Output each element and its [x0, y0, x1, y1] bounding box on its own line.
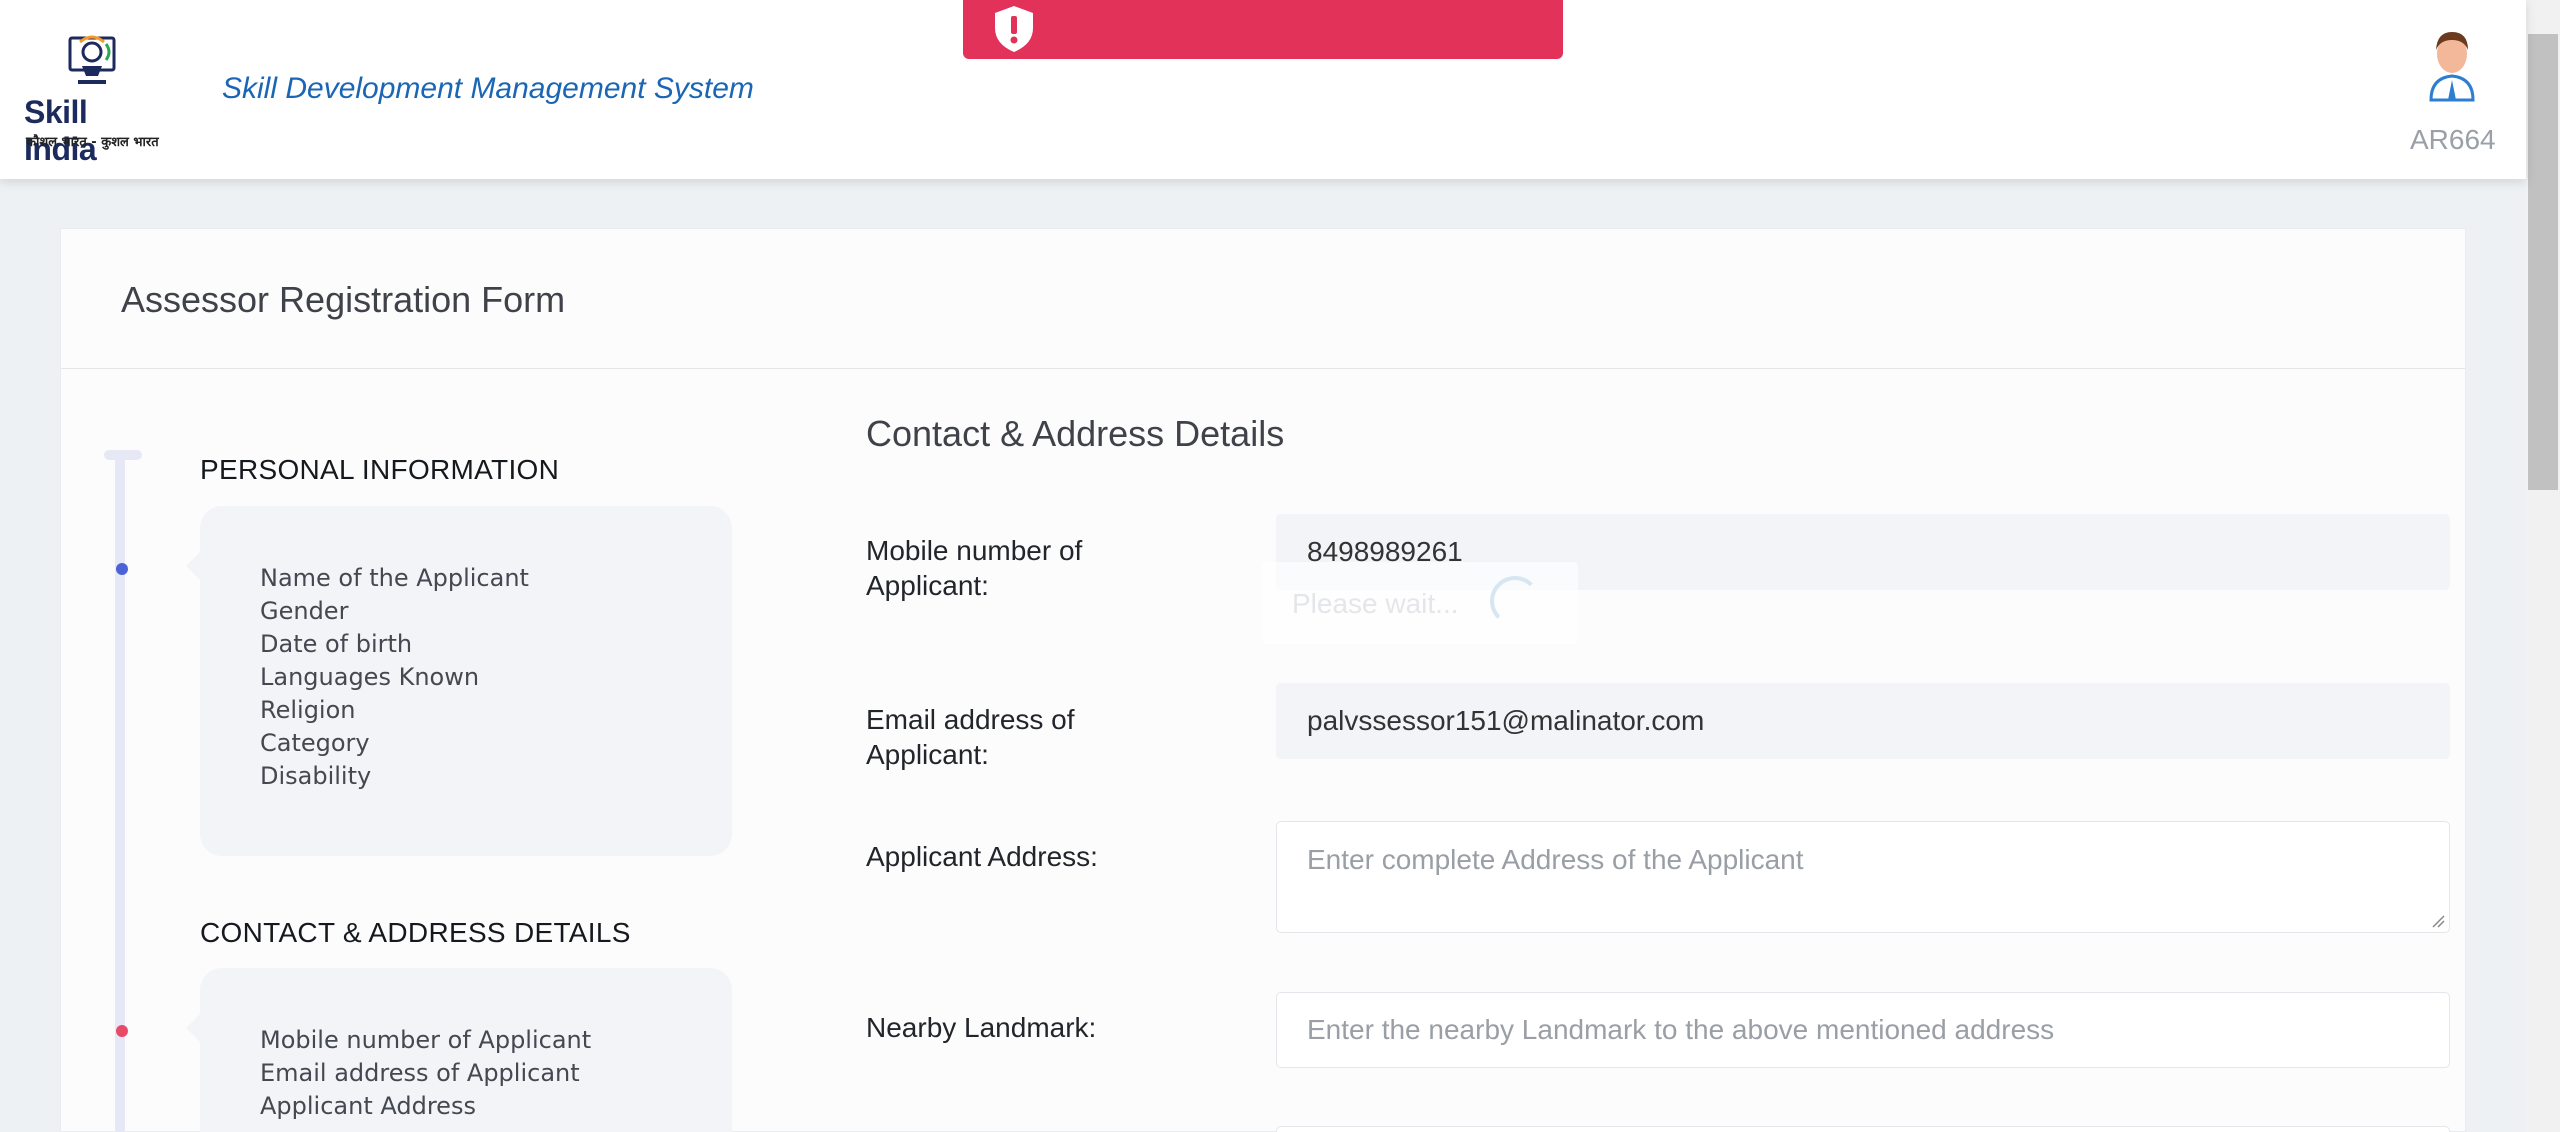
next-field-input[interactable] — [1276, 1126, 2450, 1132]
user-avatar[interactable] — [2410, 26, 2494, 107]
step-item: Date of birth — [260, 630, 413, 658]
step-marker-personal — [116, 563, 128, 575]
step-heading-personal[interactable]: PERSONAL INFORMATION — [200, 454, 559, 486]
landmark-input[interactable]: Enter the nearby Landmark to the above m… — [1276, 992, 2450, 1068]
step-item: Applicant Address — [260, 1092, 476, 1120]
section-title: Contact & Address Details — [866, 413, 1285, 454]
step-item: Mobile number of Applicant — [260, 1026, 592, 1054]
step-box-personal: Name of the Applicant Gender Date of bir… — [186, 506, 732, 856]
step-heading-contact[interactable]: CONTACT & ADDRESS DETAILS — [200, 917, 631, 949]
alert-shield-icon — [995, 6, 1033, 52]
error-toast[interactable] — [963, 0, 1563, 59]
step-item: Category — [260, 729, 370, 757]
card-header: Assessor Registration Form — [61, 229, 2465, 369]
app-title: Skill Development Management System — [222, 72, 754, 105]
address-textarea[interactable]: Enter complete Address of the Applicant — [1276, 821, 2450, 933]
step-item: Email address of Applicant — [260, 1059, 580, 1087]
skill-india-logo[interactable]: Skill India कौशल भारत - कुशल भारत — [20, 32, 165, 167]
step-box-contact: Mobile number of Applicant Email address… — [186, 968, 732, 1132]
logo-tagline: कौशल भारत - कुशल भारत — [26, 135, 159, 150]
logo-brand-text: Skill India — [24, 94, 97, 167]
avatar-icon — [2429, 32, 2475, 102]
email-label: Email address of Applicant: — [866, 704, 1075, 770]
form-title: Assessor Registration Form — [121, 279, 566, 320]
resize-handle-icon[interactable] — [2431, 914, 2445, 928]
step-item: Languages Known — [260, 663, 480, 691]
scrollbar-thumb[interactable] — [2528, 34, 2558, 490]
landmark-placeholder: Enter the nearby Landmark to the above m… — [1307, 1014, 2055, 1045]
landmark-label: Nearby Landmark: — [866, 1012, 1097, 1043]
loading-indicator: Please wait... — [1262, 562, 1578, 644]
address-placeholder: Enter complete Address of the Applicant — [1307, 844, 1804, 875]
email-input[interactable]: palvssessor151@malinator.com — [1276, 683, 2450, 759]
step-item: Name of the Applicant — [260, 564, 529, 592]
mobile-label: Mobile number of Applicant: — [866, 535, 1083, 601]
step-item: Disability — [260, 762, 372, 790]
address-label: Applicant Address: — [866, 841, 1098, 872]
step-item: Religion — [260, 696, 356, 724]
spinner-icon — [1490, 576, 1540, 626]
step-item: Gender — [260, 597, 349, 625]
user-id: AR664 — [2410, 124, 2496, 155]
logo-emblem-icon — [68, 35, 116, 84]
loading-text: Please wait... — [1292, 588, 1459, 619]
step-marker-contact — [116, 1025, 128, 1037]
